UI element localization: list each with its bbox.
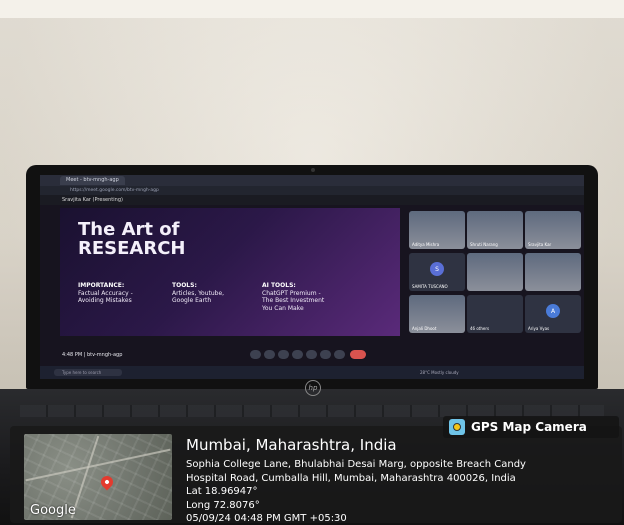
location-pin-icon <box>98 473 116 491</box>
captions-button[interactable] <box>278 350 289 359</box>
slide-column-tools: TOOLS: Articles, Youtube, Google Earth <box>172 282 224 305</box>
slide-column-line: ChatGPT Premium - <box>262 289 321 297</box>
slide-column-line: Factual Accuracy - <box>78 289 133 297</box>
presentation-slide: The Art of RESEARCH IMPORTANCE: Factual … <box>60 208 400 336</box>
slide-title-line1: The Art of <box>78 219 180 240</box>
gps-info-panel: Google Mumbai, Maharashtra, India Sophia… <box>10 426 622 525</box>
participant-tile[interactable]: Anjali Dhoot <box>409 295 465 333</box>
participant-tile[interactable]: Aditya Mishra <box>409 211 465 249</box>
participant-name: Aditya Mishra <box>412 242 440 247</box>
participant-name: Anjali Dhoot <box>412 326 437 331</box>
latitude: Lat 18.96947° <box>186 486 258 497</box>
mic-button[interactable] <box>250 350 261 359</box>
avatar: A <box>546 304 560 318</box>
browser-tab[interactable]: Meet - btv-mngh-agp <box>60 176 125 185</box>
participant-tile[interactable]: Sravjita Kar <box>525 211 581 249</box>
longitude: Long 72.8076° <box>186 499 260 511</box>
gps-badge-label: GPS Map Camera <box>471 420 587 434</box>
present-button[interactable] <box>306 350 317 359</box>
camera-button[interactable] <box>264 350 275 359</box>
webcam-icon <box>311 168 315 172</box>
browser-tab-strip: Meet - btv-mngh-agp <box>40 175 584 186</box>
map-road <box>25 448 171 482</box>
more-options-button[interactable] <box>334 350 345 359</box>
laptop-lid: Meet - btv-mngh-agp https://meet.google.… <box>26 165 598 389</box>
others-tile[interactable]: 46 others <box>467 295 523 333</box>
weather-widget[interactable]: 28°C Mostly cloudy <box>420 370 459 375</box>
address-line-1: Sophia College Lane, Bhulabhai Desai Mar… <box>186 459 526 470</box>
slide-column-line: The Best Investment <box>262 297 325 304</box>
participant-grid: Aditya Mishra Shruti Narang Sravjita Kar… <box>409 211 581 335</box>
meeting-time-code: 4:48 PM | btv-mngh-agp <box>62 352 123 358</box>
gps-map-camera-badge: GPS Map Camera <box>443 416 619 438</box>
participant-tile[interactable]: Shruti Narang <box>467 211 523 249</box>
gps-camera-icon <box>449 419 465 435</box>
address-bar[interactable]: https://meet.google.com/btv-mngh-agp <box>40 186 584 195</box>
photo-border <box>0 0 624 18</box>
address-line-2: Hospital Road, Cumballa Hill, Mumbai, Ma… <box>186 472 516 484</box>
meet-control-bar: 4:48 PM | btv-mngh-agp <box>40 347 584 363</box>
slide-column-ai-tools: AI TOOLS: ChatGPT Premium - The Best Inv… <box>262 282 324 312</box>
slide-title-line2: RESEARCH <box>78 238 186 259</box>
slide-column-heading: TOOLS: <box>172 282 197 289</box>
taskbar-search[interactable]: Type here to search <box>54 369 122 376</box>
participant-tile[interactable]: S SAMITA TUSCANO <box>409 253 465 291</box>
hp-logo-icon: hp <box>305 380 321 396</box>
windows-taskbar: Type here to search 28°C Mostly cloudy <box>40 366 584 379</box>
slide-column-line: Google Earth <box>172 297 212 304</box>
participant-name: SAMITA TUSCANO <box>412 284 448 289</box>
map-thumbnail: Google <box>24 434 172 520</box>
participant-name: Ariya Vyas <box>528 326 550 331</box>
location-details: Mumbai, Maharashtra, India Sophia Colleg… <box>186 436 618 525</box>
capture-datetime: 05/09/24 04:48 PM GMT +05:30 <box>186 513 347 524</box>
leave-call-button[interactable] <box>350 350 366 359</box>
participant-name: Sravjita Kar <box>528 242 552 247</box>
avatar: S <box>430 262 444 276</box>
reactions-button[interactable] <box>292 350 303 359</box>
participant-tile[interactable] <box>525 253 581 291</box>
slide-column-importance: IMPORTANCE: Factual Accuracy - Avoiding … <box>78 282 133 305</box>
laptop-screen: Meet - btv-mngh-agp https://meet.google.… <box>40 175 584 379</box>
others-count: 46 others <box>470 326 490 331</box>
google-logo: Google <box>30 503 76 518</box>
participant-name: Shruti Narang <box>470 242 498 247</box>
participant-tile[interactable] <box>467 253 523 291</box>
slide-title: The Art of RESEARCH <box>78 220 185 258</box>
slide-column-heading: IMPORTANCE: <box>78 282 125 289</box>
raise-hand-button[interactable] <box>320 350 331 359</box>
slide-column-line: Articles, Youtube, <box>172 289 225 297</box>
slide-column-line: You Can Make <box>262 304 304 312</box>
photo: Meet - btv-mngh-agp https://meet.google.… <box>0 0 624 525</box>
location-city: Mumbai, Maharashtra, India <box>186 436 397 454</box>
presenting-banner: Sravjita Kar (Presenting) <box>40 195 584 205</box>
slide-column-line: Avoiding Mistakes <box>78 297 132 304</box>
participant-tile[interactable]: A Ariya Vyas <box>525 295 581 333</box>
slide-column-heading: AI TOOLS: <box>262 282 296 289</box>
